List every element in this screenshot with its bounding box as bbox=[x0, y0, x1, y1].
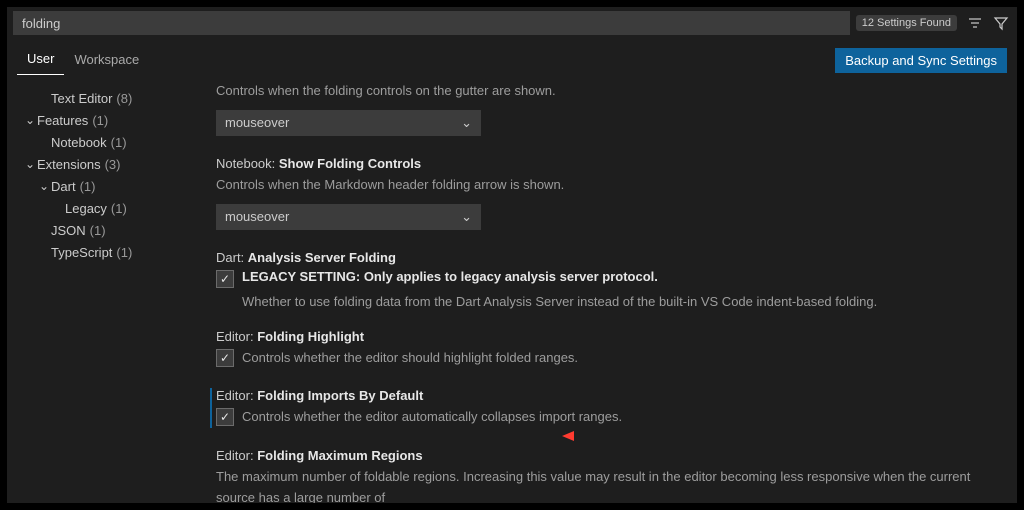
chevron-down-icon: ⌄ bbox=[23, 157, 37, 171]
tree-label: Legacy bbox=[65, 201, 107, 216]
tree-item-dart[interactable]: ⌄ Dart (1) bbox=[23, 175, 192, 197]
setting-name: Analysis Server Folding bbox=[248, 250, 396, 265]
filter-icon[interactable] bbox=[991, 13, 1011, 33]
tab-workspace[interactable]: Workspace bbox=[64, 46, 149, 75]
setting-show-folding-controls-gutter: Controls when the folding controls on th… bbox=[210, 81, 995, 136]
setting-scope: Editor: bbox=[216, 388, 254, 403]
backup-sync-button[interactable]: Backup and Sync Settings bbox=[835, 48, 1007, 73]
setting-name: Folding Highlight bbox=[257, 329, 364, 344]
setting-editor-folding-maximum-regions: Editor: Folding Maximum Regions The maxi… bbox=[210, 448, 995, 503]
chevron-down-icon: ⌄ bbox=[37, 179, 51, 193]
tree-count: (1) bbox=[90, 223, 106, 238]
tree-count: (1) bbox=[80, 179, 96, 194]
setting-description: Controls when the Markdown header foldin… bbox=[216, 175, 995, 196]
annotation-arrow-icon bbox=[562, 429, 612, 443]
search-input[interactable] bbox=[13, 11, 850, 35]
checkbox-label: LEGACY SETTING: Only applies to legacy a… bbox=[242, 269, 658, 284]
search-bar: 12 Settings Found bbox=[7, 7, 1017, 35]
checkbox-label: Controls whether the editor automaticall… bbox=[242, 407, 622, 428]
settings-tree: Text Editor (8) ⌄ Features (1) Notebook … bbox=[7, 81, 192, 503]
tree-label: Notebook bbox=[51, 135, 107, 150]
tree-item-notebook[interactable]: Notebook (1) bbox=[23, 131, 192, 153]
checkbox-folding-highlight[interactable]: ✓ bbox=[216, 349, 234, 367]
tree-item-text-editor[interactable]: Text Editor (8) bbox=[23, 87, 192, 109]
checkbox-label: Controls whether the editor should highl… bbox=[242, 348, 578, 369]
setting-editor-folding-highlight: Editor: Folding Highlight ✓ Controls whe… bbox=[210, 329, 995, 369]
dropdown-show-folding-controls[interactable]: mouseover ⌄ bbox=[216, 110, 481, 136]
dropdown-value: mouseover bbox=[225, 209, 289, 224]
setting-description: Whether to use folding data from the Dar… bbox=[216, 294, 995, 309]
tree-label: JSON bbox=[51, 223, 86, 238]
setting-dart-analysis-server-folding: Dart: Analysis Server Folding ✓ LEGACY S… bbox=[210, 250, 995, 309]
tree-count: (1) bbox=[116, 245, 132, 260]
setting-scope: Editor: bbox=[216, 329, 254, 344]
setting-name: Folding Imports By Default bbox=[257, 388, 423, 403]
tree-label: Features bbox=[37, 113, 88, 128]
setting-name: Show Folding Controls bbox=[279, 156, 421, 171]
dropdown-notebook-folding[interactable]: mouseover ⌄ bbox=[216, 204, 481, 230]
setting-notebook-show-folding-controls: Notebook: Show Folding Controls Controls… bbox=[210, 156, 995, 230]
setting-scope: Notebook: bbox=[216, 156, 275, 171]
tree-label: Dart bbox=[51, 179, 76, 194]
clear-filter-icon[interactable] bbox=[965, 13, 985, 33]
settings-window: 12 Settings Found User Workspace Backup … bbox=[7, 7, 1017, 503]
setting-name: Folding Maximum Regions bbox=[257, 448, 422, 463]
scope-tabs: User Workspace Backup and Sync Settings bbox=[7, 35, 1017, 75]
tree-count: (1) bbox=[111, 201, 127, 216]
tree-item-legacy[interactable]: Legacy (1) bbox=[23, 197, 192, 219]
setting-scope: Editor: bbox=[216, 448, 254, 463]
tree-count: (1) bbox=[92, 113, 108, 128]
results-count-badge: 12 Settings Found bbox=[856, 15, 957, 31]
setting-editor-folding-imports-by-default: Editor: Folding Imports By Default ✓ Con… bbox=[210, 388, 995, 428]
dropdown-value: mouseover bbox=[225, 115, 289, 130]
chevron-down-icon: ⌄ bbox=[23, 113, 37, 127]
chevron-down-icon: ⌄ bbox=[461, 209, 472, 225]
tree-label: Extensions bbox=[37, 157, 101, 172]
setting-description: The maximum number of foldable regions. … bbox=[216, 467, 995, 503]
checkbox-folding-imports[interactable]: ✓ bbox=[216, 408, 234, 426]
chevron-down-icon: ⌄ bbox=[461, 115, 472, 131]
setting-description: Controls when the folding controls on th… bbox=[216, 81, 995, 102]
tree-item-typescript[interactable]: TypeScript (1) bbox=[23, 241, 192, 263]
checkbox-dart-folding[interactable]: ✓ bbox=[216, 270, 234, 288]
tree-count: (8) bbox=[116, 91, 132, 106]
setting-scope: Dart: bbox=[216, 250, 244, 265]
tree-label: TypeScript bbox=[51, 245, 112, 260]
tree-item-features[interactable]: ⌄ Features (1) bbox=[23, 109, 192, 131]
settings-list: Controls when the folding controls on th… bbox=[192, 81, 1017, 503]
tree-item-json[interactable]: JSON (1) bbox=[23, 219, 192, 241]
tree-label: Text Editor bbox=[51, 91, 112, 106]
tree-count: (3) bbox=[105, 157, 121, 172]
tab-user[interactable]: User bbox=[17, 45, 64, 75]
tree-item-extensions[interactable]: ⌄ Extensions (3) bbox=[23, 153, 192, 175]
tree-count: (1) bbox=[111, 135, 127, 150]
